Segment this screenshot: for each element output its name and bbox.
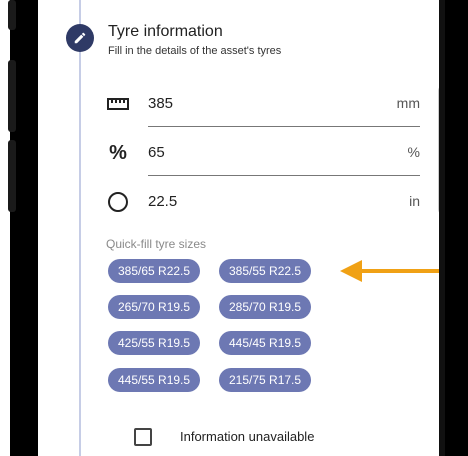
percent-icon: % (109, 141, 127, 164)
pencil-icon (74, 32, 86, 44)
quick-fill-chip[interactable]: 425/55 R19.5 (108, 331, 201, 355)
step-subtitle: Fill in the details of the asset's tyres (108, 45, 282, 57)
ruler-icon (106, 92, 130, 116)
step-edit-icon (66, 24, 94, 52)
step-title: Tyre information (108, 23, 223, 40)
tyre-width-field[interactable]: 385 mm (106, 92, 420, 132)
quick-fill-chip[interactable]: 385/65 R22.5 (108, 259, 201, 283)
quick-fill-chip[interactable]: 445/45 R19.5 (219, 331, 312, 355)
orange-arrow-icon (340, 260, 445, 282)
field-underline (148, 126, 420, 127)
quick-fill-chip[interactable]: 265/70 R19.5 (108, 295, 201, 319)
quick-fill-chip[interactable]: 285/70 R19.5 (219, 295, 312, 319)
tyre-profile-value[interactable]: 65 (148, 144, 165, 161)
tyre-width-value[interactable]: 385 (148, 95, 173, 112)
tyre-profile-unit: % (407, 144, 420, 160)
quick-fill-label: Quick-fill tyre sizes (106, 237, 207, 251)
circle-icon (106, 190, 130, 214)
phone-right-edge (439, 0, 445, 456)
phone-side-button (8, 60, 16, 132)
tyre-rim-unit: in (409, 193, 420, 209)
quick-fill-chip[interactable]: 385/55 R22.5 (219, 259, 312, 283)
information-unavailable-checkbox[interactable] (134, 428, 152, 446)
stepper-line (79, 0, 81, 456)
quick-fill-chip[interactable]: 445/55 R19.5 (108, 368, 201, 392)
phone-side-button (8, 140, 16, 212)
phone-side-button (8, 0, 16, 30)
tyre-rim-value[interactable]: 22.5 (148, 193, 177, 210)
tyre-width-unit: mm (396, 95, 420, 111)
app-screen: Tyre information Fill in the details of … (38, 0, 445, 456)
quick-fill-chip[interactable]: 215/75 R17.5 (219, 368, 312, 392)
field-underline (148, 175, 420, 176)
tyre-rim-field[interactable]: 22.5 in (106, 190, 420, 230)
tyre-profile-field[interactable]: % 65 % (106, 141, 420, 181)
information-unavailable-label: Information unavailable (180, 429, 315, 444)
